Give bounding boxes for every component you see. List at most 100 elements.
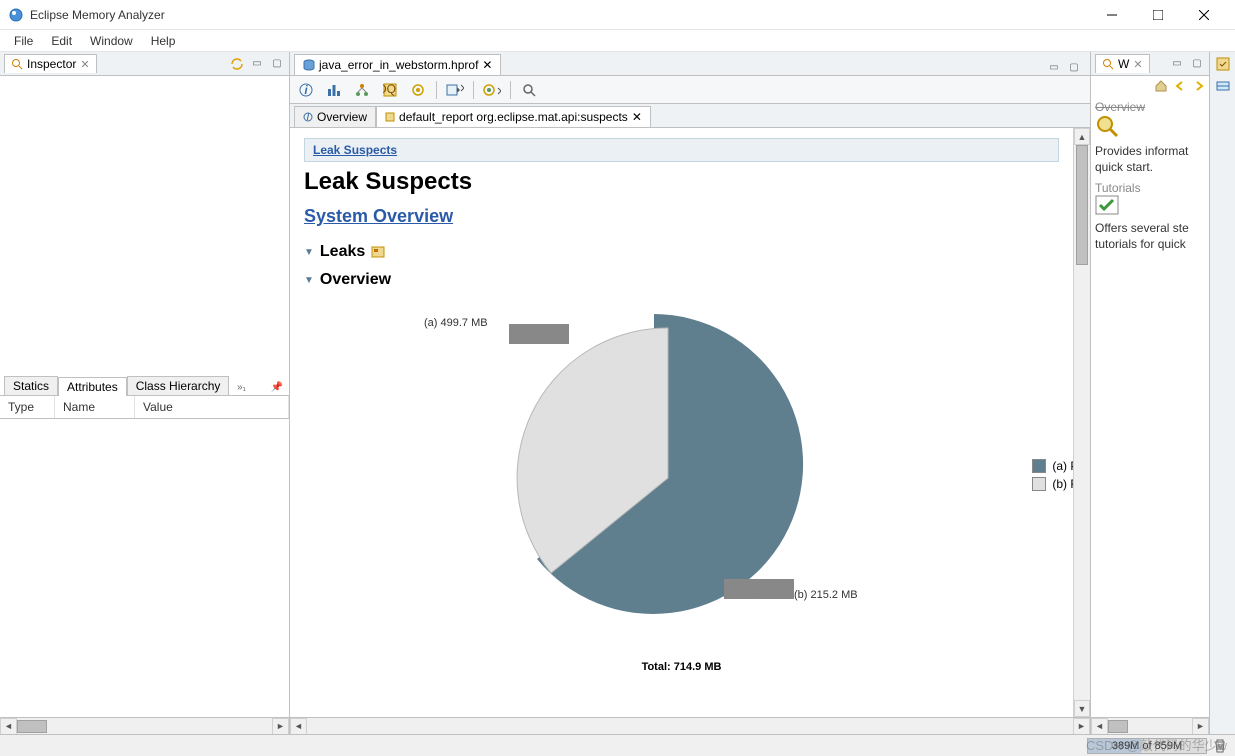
legend-label-a: (a) P [1052,459,1073,473]
scroll-left-icon[interactable]: ◄ [0,718,17,735]
scroll-up-icon[interactable]: ▲ [1074,128,1090,145]
menu-file[interactable]: File [6,32,41,50]
minimize-editor-icon[interactable]: ▭ [1046,59,1062,75]
report-icon [385,112,395,122]
scroll-right-icon[interactable]: ► [1073,718,1090,735]
scroll-thumb[interactable] [1076,145,1088,265]
editor-tab-label: java_error_in_webstorm.hprof [319,58,478,72]
subtab-overview[interactable]: i Overview [294,106,376,127]
separator [510,81,511,99]
trim-icon-1[interactable] [1215,56,1231,72]
minimize-view-icon[interactable]: ▭ [249,56,265,72]
callout-line-b [724,579,794,599]
thread-icon[interactable] [408,80,428,100]
heap-status[interactable]: 389M of 859M [1087,738,1207,754]
menu-help[interactable]: Help [143,32,184,50]
back-icon[interactable] [1172,78,1188,94]
welcome-hscrollbar[interactable]: ◄ ► [1091,717,1209,734]
pin-icon[interactable]: 📌 [269,379,285,395]
trim-icon-2[interactable] [1215,78,1231,94]
welcome-tab[interactable]: W ✕ [1095,54,1150,73]
overview-heading: Overview [1095,100,1205,114]
tab-statics[interactable]: Statics [4,376,58,395]
report-title: Leak Suspects [304,168,1059,196]
section-leaks[interactable]: ▼ Leaks [304,243,1059,261]
scroll-right-icon[interactable]: ► [272,718,289,735]
oql-icon[interactable]: OQL [380,80,400,100]
histogram-icon[interactable] [324,80,344,100]
col-value[interactable]: Value [135,396,289,418]
scroll-thumb[interactable] [1108,720,1128,733]
titlebar: Eclipse Memory Analyzer [0,0,1235,30]
report-hscrollbar[interactable]: ◄ ► [290,717,1090,734]
scroll-down-icon[interactable]: ▼ [1074,700,1090,717]
menu-window[interactable]: Window [82,32,141,50]
editor-tab-hprof[interactable]: java_error_in_webstorm.hprof ✕ [294,54,501,75]
search-icon[interactable] [519,80,539,100]
col-name[interactable]: Name [55,396,135,418]
callout-a: (a) 499.7 MB [424,317,488,329]
close-icon[interactable]: ✕ [1133,58,1142,71]
section-overview[interactable]: ▼ Overview [304,271,1059,289]
dominator-tree-icon[interactable] [352,80,372,100]
breadcrumb-link[interactable]: Leak Suspects [313,143,397,157]
attributes-table-header: Type Name Value [0,396,289,419]
menu-edit[interactable]: Edit [43,32,80,50]
callout-b: (b) 215.2 MB [794,589,858,601]
attributes-table-body [0,419,289,717]
separator [473,81,474,99]
home-icon[interactable] [1153,78,1169,94]
scroll-left-icon[interactable]: ◄ [1091,718,1108,735]
welcome-body: Overview Provides informat quick start. … [1091,96,1209,717]
tab-class-hierarchy[interactable]: Class Hierarchy [127,376,230,395]
window-title: Eclipse Memory Analyzer [30,8,1089,22]
editor-tab-row: java_error_in_webstorm.hprof ✕ ▭ ▢ [290,52,1090,76]
welcome-tab-row: W ✕ ▭ ▢ [1091,52,1209,76]
section-leaks-label: Leaks [320,243,365,261]
report-icon [371,246,385,258]
minimize-view-icon[interactable]: ▭ [1169,56,1185,72]
maximize-editor-icon[interactable]: ▢ [1066,59,1082,75]
separator [436,81,437,99]
close-icon[interactable]: ✕ [632,110,642,124]
close-icon[interactable]: ✕ [80,58,89,71]
chart-total: Total: 714.9 MB [304,661,1059,673]
col-type[interactable]: Type [0,396,55,418]
legend-swatch-a [1032,459,1046,473]
chart-legend: (a) P (b) R [1032,459,1073,495]
inspector-lower-tabs: Statics Attributes Class Hierarchy »₁ 📌 [0,374,289,396]
scroll-right-icon[interactable]: ► [1192,718,1209,735]
app-icon [8,7,24,23]
magnifier-icon [1102,58,1114,70]
minimize-button[interactable] [1089,0,1135,30]
report-vscrollbar[interactable]: ▲ ▼ [1073,128,1090,717]
inspector-hscrollbar[interactable]: ◄ ► [0,717,289,734]
info-icon[interactable]: i [296,80,316,100]
sync-icon[interactable] [229,56,245,72]
scroll-thumb[interactable] [17,720,47,733]
query-browser-icon[interactable] [482,80,502,100]
inspector-tab[interactable]: Inspector ✕ [4,54,97,73]
maximize-view-icon[interactable]: ▢ [1189,56,1205,72]
forward-icon[interactable] [1191,78,1207,94]
run-report-icon[interactable] [445,80,465,100]
overflow-icon[interactable]: »₁ [233,379,249,395]
maximize-button[interactable] [1135,0,1181,30]
legend-swatch-b [1032,477,1046,491]
close-button[interactable] [1181,0,1227,30]
scroll-left-icon[interactable]: ◄ [290,718,307,735]
tab-attributes[interactable]: Attributes [58,377,127,396]
overview-magnifier-icon[interactable] [1095,114,1205,138]
tutorials-check-icon[interactable] [1095,195,1205,215]
window-controls [1089,0,1227,30]
close-icon[interactable]: ✕ [482,58,492,72]
maximize-view-icon[interactable]: ▢ [269,56,285,72]
heap-text: 389M of 859M [1112,740,1182,752]
subtab-default-report[interactable]: default_report org.eclipse.mat.api:suspe… [376,106,651,127]
welcome-pane: W ✕ ▭ ▢ Overview Provides informat quick… [1091,52,1209,734]
editor-subtab-row: i Overview default_report org.eclipse.ma… [290,104,1090,128]
svg-text:i: i [307,112,310,122]
gc-icon[interactable] [1213,738,1227,754]
legend-item-b: (b) R [1032,477,1073,491]
system-overview-link[interactable]: System Overview [304,206,1059,227]
